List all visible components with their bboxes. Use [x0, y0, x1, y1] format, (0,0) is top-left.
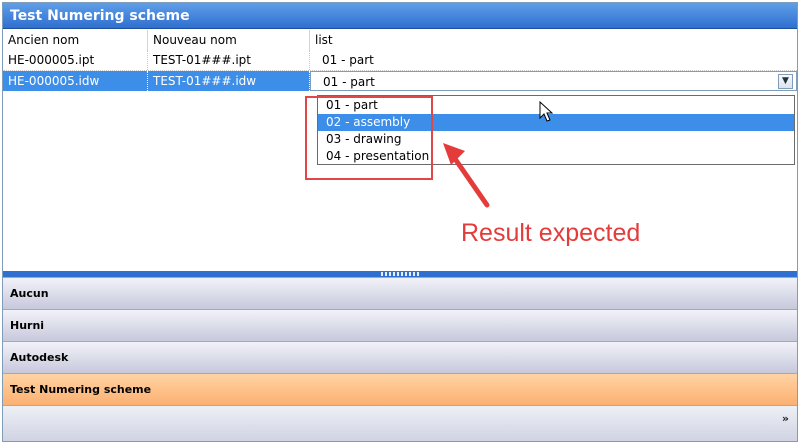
column-header-list[interactable]: list: [310, 30, 797, 50]
nav-item-aucun[interactable]: Aucun: [3, 277, 797, 309]
list-dropdown[interactable]: 01 - part 02 - assembly 03 - drawing 04 …: [317, 95, 795, 165]
chevron-double-right-icon[interactable]: »: [782, 412, 789, 425]
chevron-down-icon[interactable]: ▼: [778, 74, 793, 89]
mouse-cursor-icon: [539, 101, 553, 122]
dropdown-option-part[interactable]: 01 - part: [318, 97, 794, 114]
new-name-cell[interactable]: TEST-01###.ipt: [148, 50, 310, 70]
column-header-new-name[interactable]: Nouveau nom: [148, 30, 310, 50]
old-name-cell[interactable]: HE-000005.idw: [3, 71, 148, 91]
window-title: Test Numering scheme: [3, 3, 797, 29]
new-name-cell[interactable]: TEST-01###.idw: [148, 71, 310, 91]
dropdown-option-drawing[interactable]: 03 - drawing: [318, 131, 794, 148]
combobox-value: 01 - part: [323, 75, 375, 89]
list-cell[interactable]: 01 - part: [310, 50, 797, 70]
dropdown-option-presentation[interactable]: 04 - presentation: [318, 148, 794, 165]
annotation-text: Result expected: [461, 219, 641, 247]
nav-item-hurni[interactable]: Hurni: [3, 309, 797, 341]
annotation-arrow-icon: [443, 143, 490, 208]
column-header-old-name[interactable]: Ancien nom: [3, 30, 148, 50]
old-name-cell[interactable]: HE-000005.ipt: [3, 50, 148, 70]
nav-item-autodesk[interactable]: Autodesk: [3, 341, 797, 373]
grip-icon: [381, 272, 419, 276]
nav-footer: »: [3, 405, 797, 441]
grid-header: Ancien nom Nouveau nom list: [3, 30, 797, 50]
dropdown-option-assembly[interactable]: 02 - assembly: [318, 114, 794, 131]
table-row-selected[interactable]: HE-000005.idw TEST-01###.idw 01 - part ▼: [3, 71, 797, 91]
numbering-panel: Test Numering scheme Ancien nom Nouveau …: [2, 2, 798, 442]
list-combobox[interactable]: 01 - part ▼: [310, 71, 797, 91]
nav-item-test-numering-scheme[interactable]: Test Numering scheme: [3, 373, 797, 405]
table-row[interactable]: HE-000005.ipt TEST-01###.ipt 01 - part: [3, 50, 797, 71]
